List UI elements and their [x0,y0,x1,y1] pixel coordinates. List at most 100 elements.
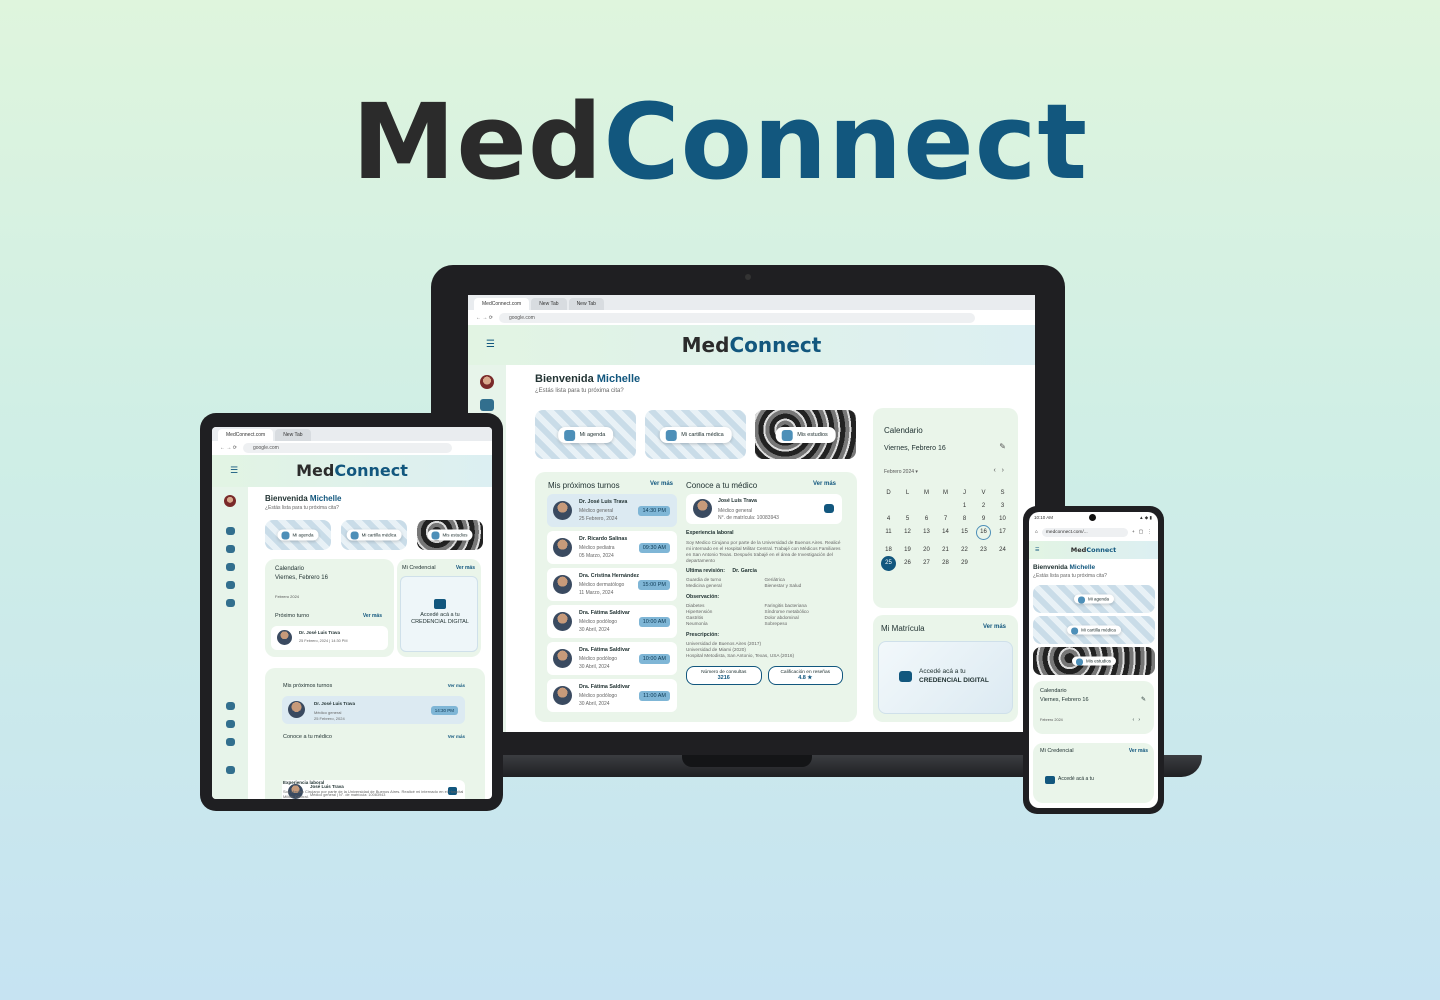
calendar-day[interactable]: 11 [879,529,898,540]
tile-cartilla[interactable]: Mi cartilla médica [645,410,746,459]
next-appointment[interactable]: Dr. José Luis Trava 25 Febrero, 2024 | 1… [271,626,388,650]
calendar-day[interactable]: 16 [974,525,993,540]
calendar-day[interactable]: 25 [879,556,898,571]
calendar-day[interactable]: 24 [993,547,1012,553]
address-bar[interactable]: google.com [498,312,975,323]
home-icon[interactable]: ⌂ [1035,530,1038,535]
credencial-card[interactable]: Accedé acá a tu CREDENCIAL DIGITAL [400,576,478,652]
list-item[interactable]: Dr. José Luis Trava Médico general 25 Febr… [547,494,677,527]
chat-icon[interactable] [225,599,235,607]
matricula-panel: Mi Matrícula Ver más Accedé acá a tu CRED… [873,615,1018,722]
tabs-icon[interactable]: ▢ [1139,530,1144,535]
weekday-label: L [905,490,910,496]
calendar-day[interactable]: 20 [917,547,936,553]
medico-ver-mas[interactable]: Ver más [813,481,836,487]
calendar-day[interactable]: 1 [955,503,974,509]
address-bar[interactable]: medconnect.com/... [1041,528,1128,537]
doctor-card[interactable]: José Luis Trava Médico general N°. de ma… [686,494,842,524]
month-selector[interactable]: Febrero 2024 ▾ [884,469,918,475]
calendar-day[interactable]: 28 [936,560,955,571]
calendar-day[interactable]: 18 [879,547,898,553]
calendar-day[interactable]: 22 [955,547,974,553]
turnos-ver-mas[interactable]: Ver más [650,481,673,487]
list-item[interactable]: Dra. Cristina Hernández Médico dermatólog… [547,568,677,601]
chat-icon[interactable] [824,504,834,513]
calendar-icon[interactable] [225,563,235,571]
calendar-day[interactable]: 12 [898,529,917,540]
list-item[interactable]: Dr. José Luis Trava Médico general 25 Fe… [282,696,465,724]
status-bar: 10:10 AM ▲ ◆ ▮ [1034,514,1152,521]
calendar-day[interactable]: 14 [936,529,955,540]
list-item[interactable]: Dra. Fátima Saldivar Médico podólogo 30 Ab… [547,679,677,712]
calendar-day[interactable]: 8 [955,516,974,522]
list-item[interactable]: Dr. Ricardo Salinas Médico pediatra 05 Mar… [547,531,677,564]
tile-estudios[interactable]: Mis estudios [755,410,856,459]
sidebar [212,487,248,799]
calendar-day[interactable]: 6 [917,516,936,522]
user-icon[interactable] [225,545,235,553]
edit-icon[interactable]: ✎ [1141,696,1146,703]
home-icon[interactable] [225,527,235,535]
id-card-icon [434,599,446,609]
more-icon[interactable]: ⋮ [1147,530,1152,535]
edit-icon[interactable]: ✎ [999,442,1006,451]
calendar-day[interactable]: 17 [993,529,1012,540]
tile-agenda[interactable]: Mi agenda [265,520,331,550]
browser-tab[interactable]: New Tab [531,298,567,310]
calendar-day[interactable]: 9 [974,516,993,522]
calendar-day[interactable]: 2 [974,503,993,509]
calendar-day[interactable]: 7 [936,516,955,522]
month-nav[interactable]: ‹ › [994,467,1005,474]
credencial-panel: Mi Credencial Ver más Accedé acá a tu CRE… [397,559,481,657]
calendar-day[interactable]: 29 [955,560,974,571]
logout-icon[interactable] [225,766,235,774]
browser-tab[interactable]: MedConnect.com [218,429,274,441]
month-nav[interactable]: ‹ › [1133,717,1141,723]
tile-cartilla[interactable]: Mi cartilla médica [1033,616,1155,644]
calendar-day[interactable]: 26 [898,560,917,571]
calendar-day[interactable]: 3 [993,503,1012,509]
calendar-day[interactable]: 4 [879,516,898,522]
tile-estudios[interactable]: Mis estudios [1033,647,1155,675]
avatar[interactable] [480,375,494,389]
avatar [553,612,572,631]
calendar-day[interactable]: 21 [936,547,955,553]
list-item[interactable]: Dra. Fátima Saldivar Médico podólogo 30 Ab… [547,642,677,675]
tile-estudios[interactable]: Mis estudios [417,520,483,550]
calendar-icon [563,429,575,441]
weekday-label: M [943,490,948,496]
browser-tab[interactable]: MedConnect.com [474,298,530,310]
empty-cell [879,503,898,509]
tablet-screen: MedConnect.com New Tab ← → ⟳ google.com ☰… [212,427,492,799]
plus-icon[interactable]: + [1132,530,1135,535]
avatar[interactable] [224,495,236,507]
credencial-card[interactable]: Accedé acá a tu CREDENCIAL DIGITAL [878,641,1013,714]
calendar-day[interactable]: 19 [898,547,917,553]
calendar-day[interactable]: 15 [955,529,974,540]
id-card-icon [1045,776,1055,784]
menu-icon[interactable]: ☰ [1035,541,1039,559]
browser-tab[interactable]: New Tab [568,298,604,310]
gear-icon[interactable] [225,720,235,728]
menu-icon[interactable]: ☰ [230,455,238,487]
calendar-day[interactable]: 10 [993,516,1012,522]
menu-icon[interactable]: ☰ [486,325,495,365]
browser-tab[interactable]: New Tab [275,429,311,441]
tile-cartilla[interactable]: Mi cartilla médica [341,520,407,550]
bell-icon[interactable] [225,702,235,710]
calendar-grid: D L M M J V S 1 2 3 4 5 6 7 8 9 10 11 12 13 14 15 16 17 18 19 20 21… [879,490,1012,571]
home-icon[interactable] [480,399,494,411]
clipboard-icon[interactable] [225,581,235,589]
calendar-day[interactable]: 13 [917,529,936,540]
list-item[interactable]: Dra. Fátima Saldivar Médico podólogo 30 Ab… [547,605,677,638]
tile-agenda[interactable]: Mi agenda [1033,585,1155,613]
calendar-day[interactable]: 5 [898,516,917,522]
nav-arrows-icon[interactable]: ← → ⟳ [476,315,493,321]
credencial-panel: Mi Credencial Ver más Accedé acá a tu [1033,743,1154,803]
calendar-day[interactable]: 27 [917,560,936,571]
welcome-block: Bienvenida Michelle ¿Estás lista para tu… [535,373,641,394]
calendar-day[interactable]: 23 [974,547,993,553]
address-bar[interactable]: google.com [242,443,452,453]
tile-agenda[interactable]: Mi agenda [535,410,636,459]
support-icon[interactable] [225,738,235,746]
